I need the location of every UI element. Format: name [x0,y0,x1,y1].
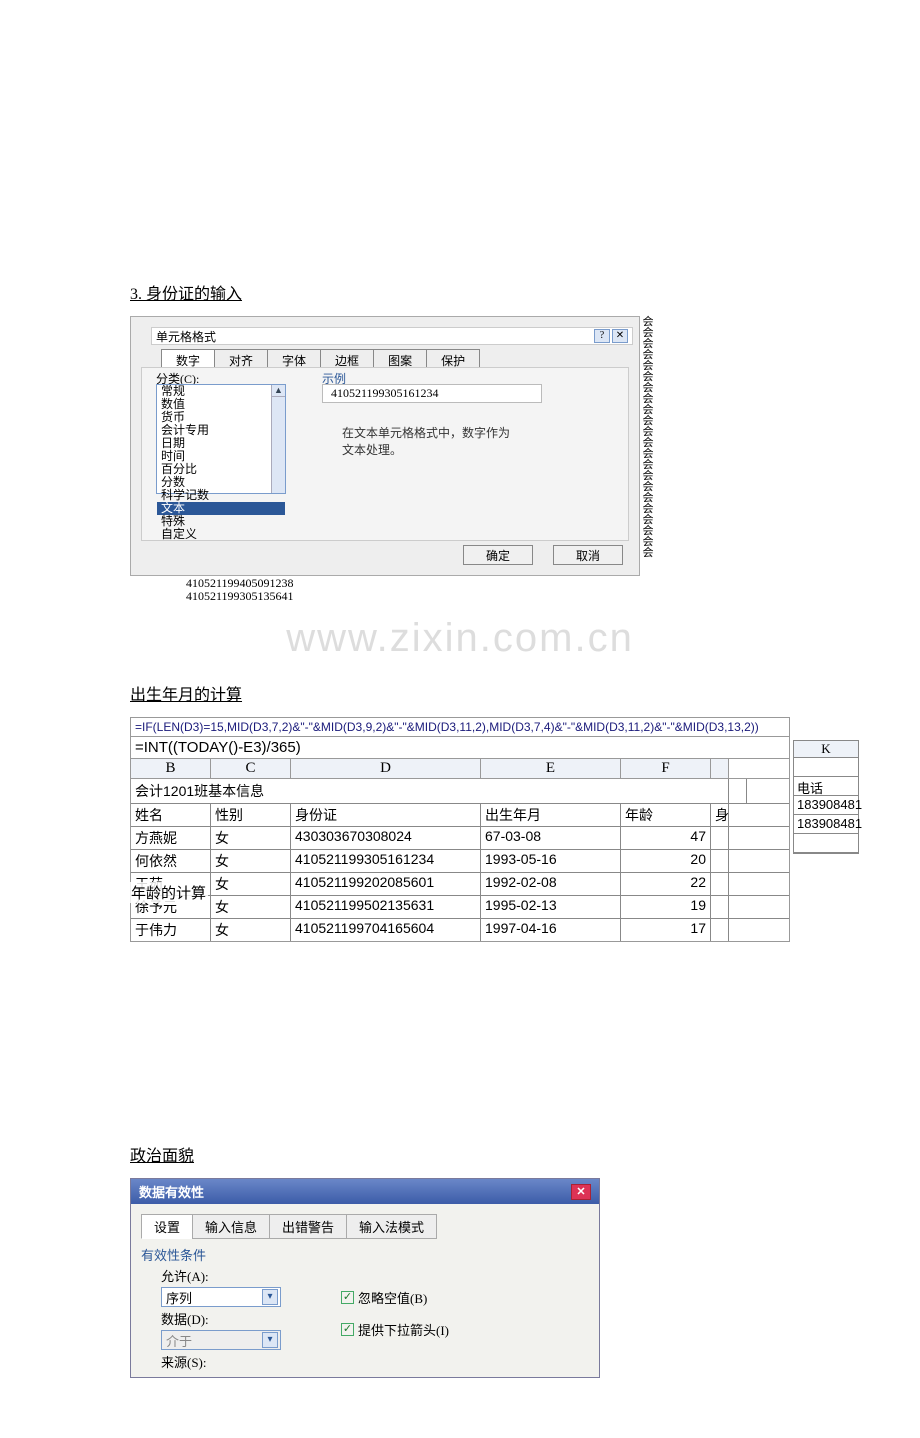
chevron-down-icon: ▾ [262,1332,278,1348]
r1-age[interactable]: 20 [621,850,711,872]
k-phone-0[interactable]: 183908481 [794,796,858,815]
col-C[interactable]: C [211,759,291,778]
r3-dob[interactable]: 1995-02-13 [481,896,621,918]
dv-tab-ime[interactable]: 输入法模式 [346,1214,437,1239]
r2-id[interactable]: 410521199202085601 [291,873,481,895]
cancel-button[interactable]: 取消 [553,545,623,565]
example-value: 410521199305161234 [322,384,542,403]
dv-source-label: 来源(S): [161,1352,207,1371]
hdr-shen[interactable]: 身 [711,804,729,826]
close-button[interactable]: ✕ [612,329,628,343]
help-button[interactable]: ? [594,329,610,343]
r3-sex[interactable]: 女 [211,896,291,918]
hdr-id[interactable]: 身份证 [291,804,481,826]
formula1[interactable]: =IF(LEN(D3)=15,MID(D3,7,2)&"-"&MID(D3,9,… [131,718,789,737]
formula2[interactable]: =INT((TODAY()-E3)/365) [131,737,789,759]
cell-format-dialog: 单元格格式 ? ✕ 数字 对齐 字体 边框 图案 保护 分类(C): ▲ 常规 … [130,316,640,576]
col-K[interactable]: K [794,741,858,758]
col-E[interactable]: E [481,759,621,778]
dv-tabs: 设置 输入信息 出错警告 输入法模式 [141,1214,589,1239]
data-validation-dialog: 数据有效性 ✕ 设置 输入信息 出错警告 输入法模式 有效性条件 允许(A): … [130,1178,600,1378]
section1-title: 3. 身份证的输入 [130,280,790,304]
fmt-below-rows: 410521199405091238 410521199305135641 [186,577,294,603]
r1-id[interactable]: 410521199305161234 [291,850,481,872]
dv-close-button[interactable]: ✕ [571,1184,591,1200]
r4-age[interactable]: 17 [621,919,711,941]
r1-sex[interactable]: 女 [211,850,291,872]
r2-sex[interactable]: 女 [211,873,291,895]
checkbox-dropdown-icon[interactable]: ✓ [341,1323,354,1336]
r0-age[interactable]: 47 [621,827,711,849]
r0-id[interactable]: 430303670308024 [291,827,481,849]
section2-title: 出生年月的计算 [130,681,790,705]
k-phone-1[interactable]: 183908481 [794,815,858,834]
category-list[interactable]: ▲ 常规 数值 货币 会计专用 日期 时间 百分比 分数 科学记数 文本 特殊 … [156,384,286,494]
dv-allow-label: 允许(A): [161,1266,241,1285]
cat-custom[interactable]: 自定义 [157,528,285,541]
dv-cb-ignore[interactable]: 忽略空值(B) [358,1288,427,1307]
r0-name[interactable]: 方燕妮 [131,827,211,849]
scroll-up-icon[interactable]: ▲ [272,385,285,397]
r3-id[interactable]: 410521199502135631 [291,896,481,918]
fmt-desc: 在文本单元格格式中，数字作为 文本处理。 [342,424,602,458]
hdr-sex[interactable]: 性别 [211,804,291,826]
hdr-age[interactable]: 年龄 [621,804,711,826]
col-B[interactable]: B [131,759,211,778]
r0-dob[interactable]: 67-03-08 [481,827,621,849]
dv-title: 数据有效性 [139,1182,204,1201]
section3-title: 政治面貌 [130,1142,790,1166]
r0-sex[interactable]: 女 [211,827,291,849]
overlay-age-calc: 年龄的计算 [129,882,208,903]
dv-tab-settings[interactable]: 设置 [141,1214,193,1239]
r4-name[interactable]: 于伟力 [131,919,211,941]
side-column-k: K 电话 183908481 183908481 [793,740,859,854]
dv-data-label: 数据(D): [161,1309,241,1328]
dv-cond-label: 有效性条件 [141,1245,589,1264]
fmt-dialog-title: 单元格格式 [156,328,216,345]
hdr-dob[interactable]: 出生年月 [481,804,621,826]
dv-tab-error[interactable]: 出错警告 [269,1214,347,1239]
sheet-title[interactable]: 会计1201班基本信息 [131,779,729,803]
dv-allow-select[interactable]: 序列 ▾ [161,1287,281,1307]
dv-cb-dropdown[interactable]: 提供下拉箭头(I) [358,1320,449,1339]
r2-dob[interactable]: 1992-02-08 [481,873,621,895]
r4-dob[interactable]: 1997-04-16 [481,919,621,941]
k-phone-2[interactable] [794,834,858,853]
dv-data-select: 介于 ▾ [161,1330,281,1350]
ok-button[interactable]: 确定 [463,545,533,565]
r2-age[interactable]: 22 [621,873,711,895]
col-F[interactable]: F [621,759,711,778]
k-phone-label[interactable]: 电话 [794,777,858,796]
hdr-name[interactable]: 姓名 [131,804,211,826]
r1-name[interactable]: 何依然 [131,850,211,872]
side-hui: 会会会会会会会会会会会会会会会会会会会会会会 [641,317,655,559]
chevron-down-icon[interactable]: ▾ [262,1289,278,1305]
spreadsheet: =IF(LEN(D3)=15,MID(D3,7,2)&"-"&MID(D3,9,… [130,717,790,942]
r4-id[interactable]: 410521199704165604 [291,919,481,941]
r3-age[interactable]: 19 [621,896,711,918]
col-D[interactable]: D [291,759,481,778]
r4-sex[interactable]: 女 [211,919,291,941]
dv-tab-input[interactable]: 输入信息 [192,1214,270,1239]
watermark: www.zixin.com.cn [130,616,790,661]
col-G[interactable] [711,759,729,778]
r1-dob[interactable]: 1993-05-16 [481,850,621,872]
